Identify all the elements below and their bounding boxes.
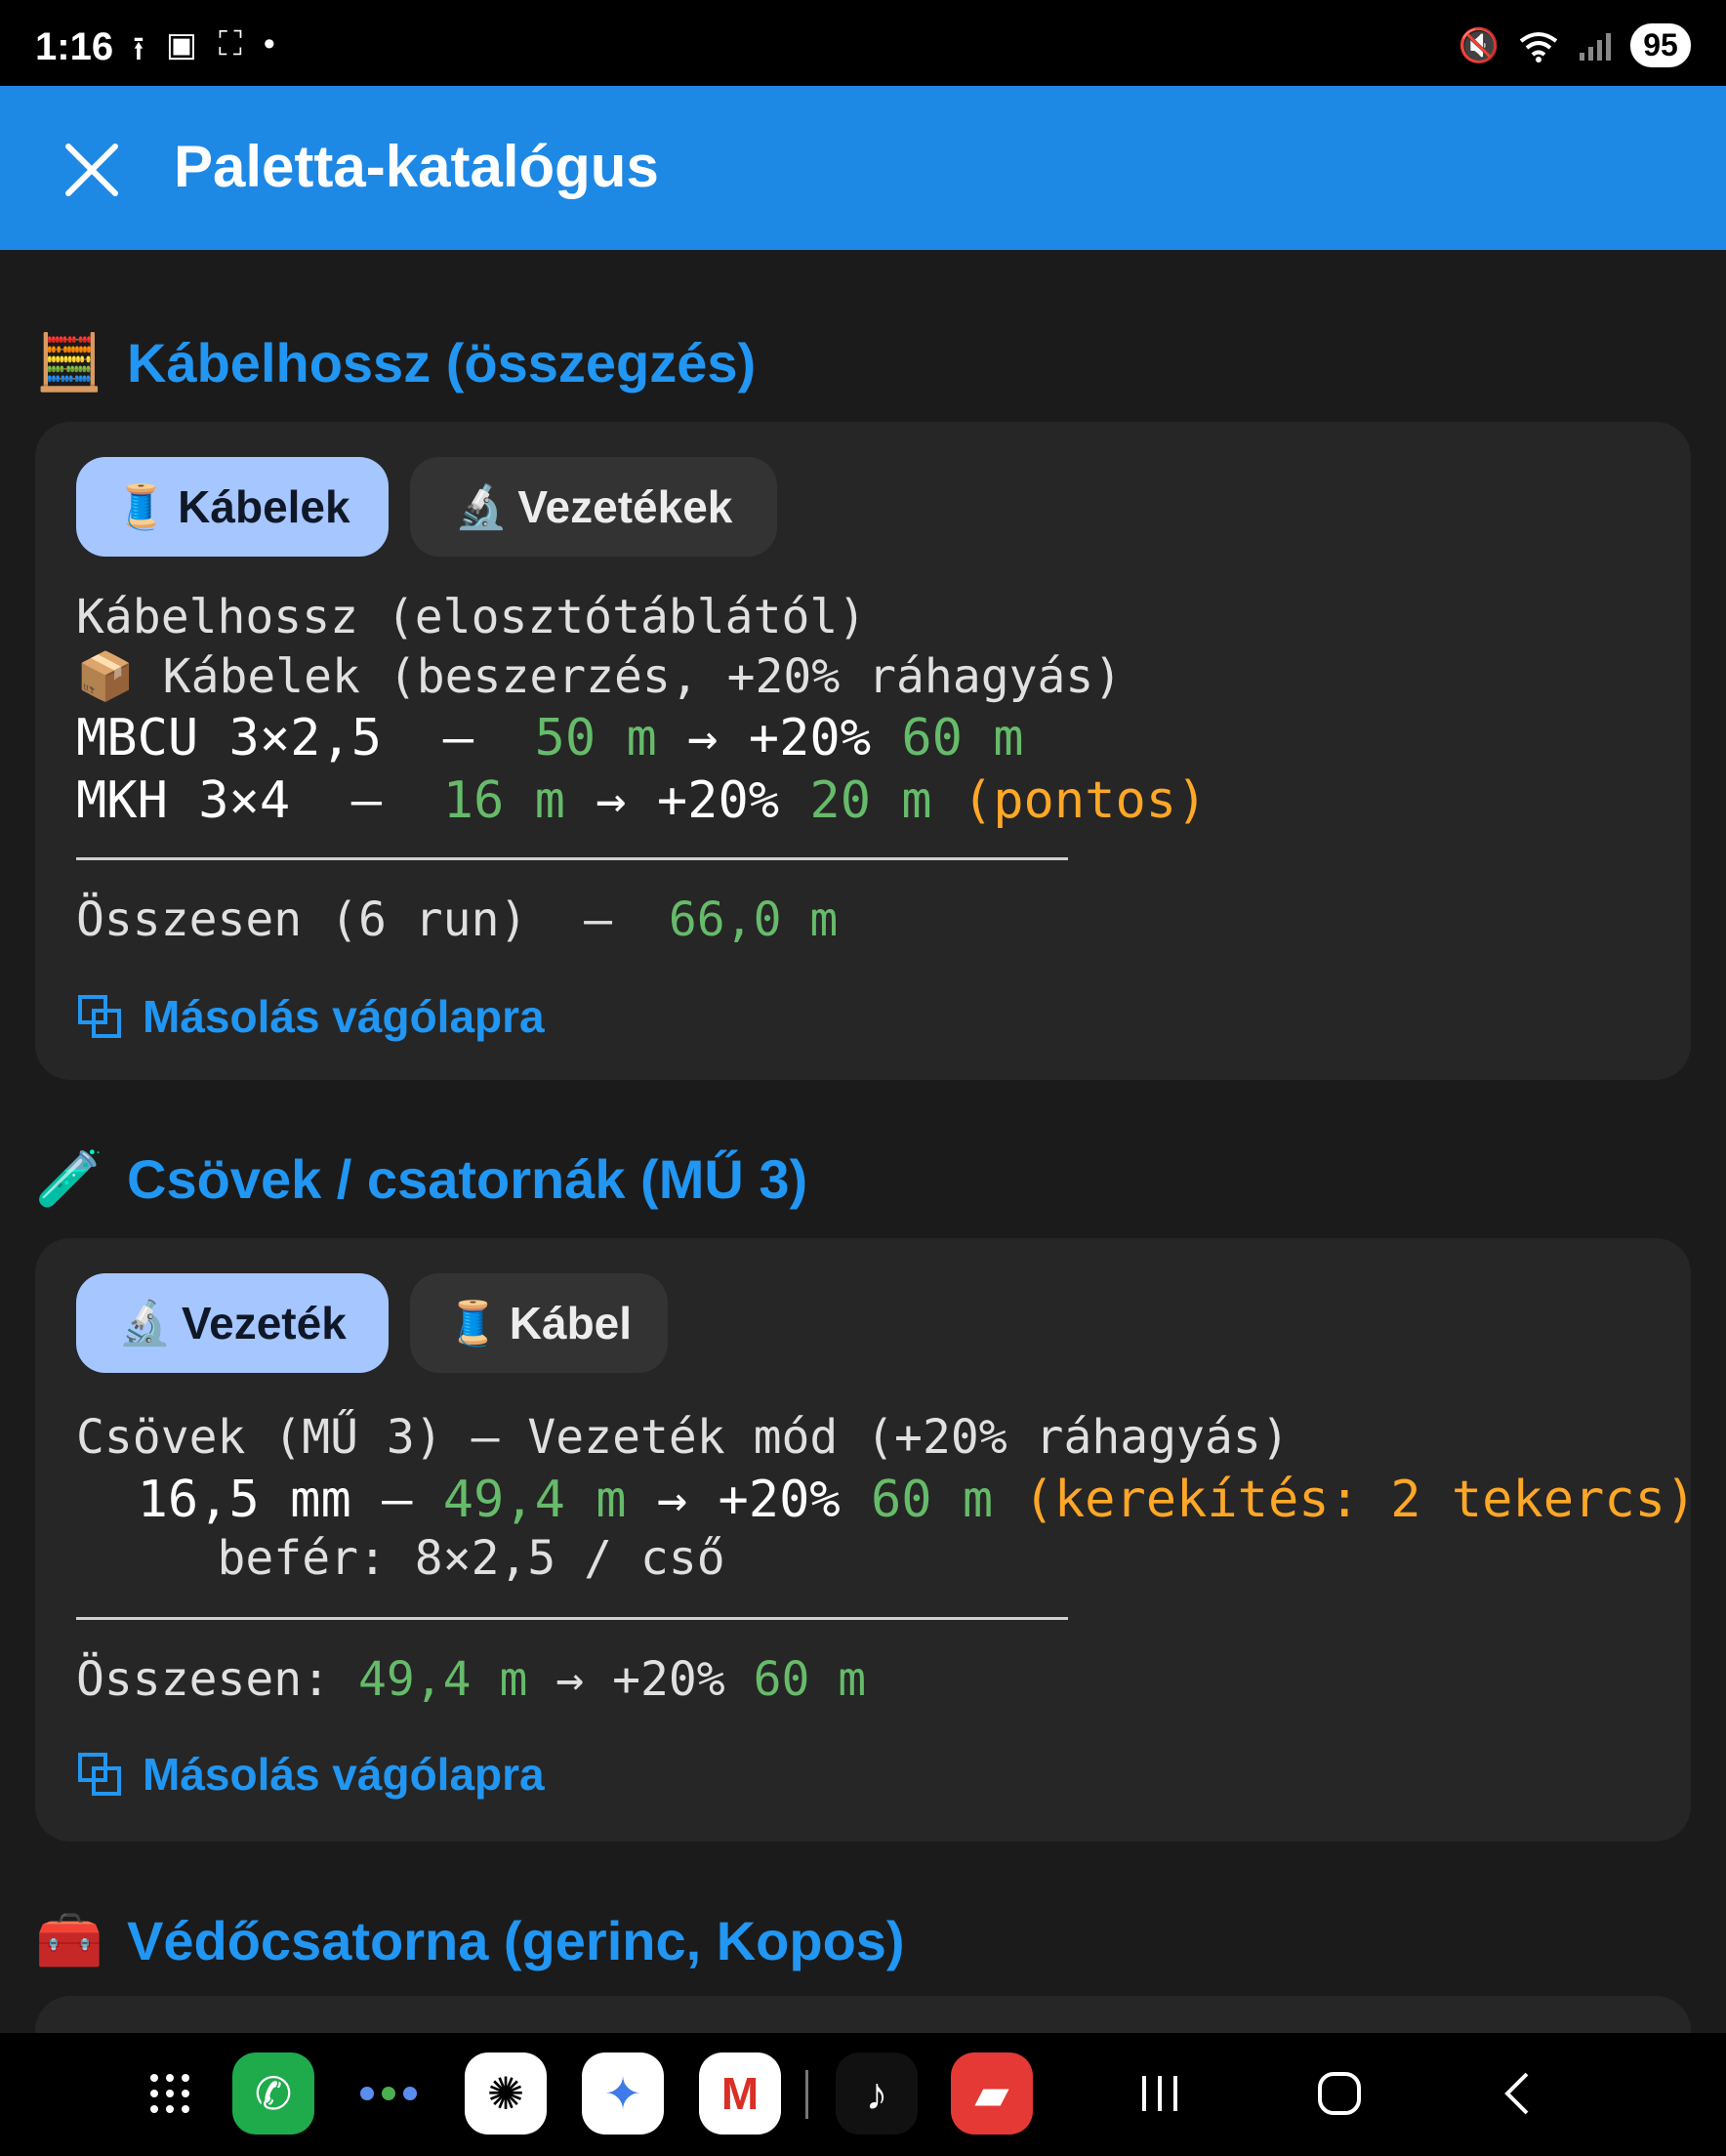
abacus-icon: 🧮 [35, 331, 103, 393]
nfc-icon: ▣ [165, 26, 198, 63]
home-button[interactable] [1298, 2052, 1380, 2135]
conduit-fit-note: befér: 8×2,5 / cső [76, 1531, 725, 1586]
cable-row: MBCU 3×2,5 — 50 m → +20% 60 m [76, 709, 1024, 767]
close-icon[interactable] [57, 135, 127, 205]
section-title: Védőcsatorna (gerinc, Kopos) [127, 1909, 905, 1971]
conduit-total: Összesen: 49,4 m → +20% 60 m [76, 1652, 867, 1707]
divider [76, 1617, 1068, 1620]
summary-total: Összesen (6 run) — 66,0 m [76, 892, 839, 947]
microscope-icon: 🔬 [454, 483, 509, 531]
chip-wires[interactable]: 🔬 Vezetékek [410, 457, 777, 557]
page-title: Paletta-katalógus [174, 134, 659, 199]
summary-heading: Kábelhossz (elosztótáblától) [76, 590, 867, 644]
chatgpt-icon[interactable]: ✺ [465, 2052, 547, 2135]
screenshot-icon: ⛶ [219, 25, 242, 62]
section-title: Kábelhossz (összegzés) [127, 331, 757, 394]
chip-cable[interactable]: 🧵 Kábel [410, 1273, 668, 1373]
chip-cables[interactable]: 🧵 Kábelek [76, 457, 389, 557]
test-tube-icon: 🧪 [35, 1147, 103, 1209]
signal-icon [1580, 32, 1611, 61]
chip-label: Kábel [509, 1298, 633, 1348]
dots-icon[interactable] [348, 2052, 430, 2135]
section-header-cable-length: 🧮 Kábelhossz (összegzés) [35, 330, 756, 394]
battery-badge: 95 [1630, 23, 1691, 67]
chip-label: Kábelek [178, 481, 350, 532]
toolbox-icon: 🧰 [35, 1909, 103, 1970]
chip-label: Vezetékek [517, 481, 733, 532]
copy-label: Másolás vágólapra [143, 991, 545, 1042]
cable-row: MKH 3×4 — 16 m → +20% 20 m (pontos) [76, 771, 1208, 830]
apps-grid-icon[interactable] [129, 2052, 211, 2135]
chip-wire[interactable]: 🔬 Vezeték [76, 1273, 389, 1373]
phone-icon[interactable]: ✆ [232, 2052, 314, 2135]
gmail-icon[interactable]: M [699, 2052, 781, 2135]
copy-to-clipboard-button[interactable]: Másolás vágólapra [76, 990, 545, 1043]
divider [76, 857, 1068, 860]
conduit-row: 16,5 mm — 49,4 m → +20% 60 m (kerekítés:… [76, 1471, 1697, 1529]
microscope-icon: 🔬 [118, 1300, 172, 1348]
thread-icon: 🧵 [445, 1300, 500, 1348]
notes-icon[interactable]: ▰ [951, 2052, 1033, 2135]
conduit-heading: Csövek (MŰ 3) — Vezeték mód (+20% ráhagy… [76, 1410, 1290, 1465]
copy-icon [78, 995, 121, 1038]
section-title: Csövek / csatornák (MŰ 3) [127, 1147, 808, 1210]
section-header-conduits: 🧪 Csövek / csatornák (MŰ 3) [35, 1146, 807, 1211]
chip-label: Vezeték [182, 1298, 347, 1348]
copy-to-clipboard-button[interactable]: Másolás vágólapra [76, 1748, 545, 1801]
back-button[interactable] [1476, 2052, 1558, 2135]
mute-icon: 🔇 [1458, 26, 1500, 64]
wifi-icon [1519, 31, 1558, 62]
copy-icon [78, 1753, 121, 1796]
app-bar: Paletta-katalógus [0, 86, 1726, 250]
package-icon: 📦 [76, 649, 135, 704]
gemini-icon[interactable]: ✦ [582, 2052, 664, 2135]
cable-summary-card: 🧵 Kábelek 🔬 Vezetékek Kábelhossz (eloszt… [35, 422, 1691, 1080]
upload-icon: ⭱ [133, 30, 144, 67]
conduit-summary-card: 🔬 Vezeték 🧵 Kábel Csövek (MŰ 3) — Vezeté… [35, 1238, 1696, 1842]
recents-button[interactable] [1119, 2052, 1201, 2135]
thread-icon: 🧵 [114, 483, 169, 531]
tiktok-icon[interactable]: ♪ [836, 2052, 918, 2135]
status-time: 1:16 [35, 25, 114, 68]
dock-separator [805, 2070, 808, 2119]
dot-icon: • [263, 25, 275, 62]
summary-subheading: 📦 Kábelek (beszerzés, +20% ráhagyás) [76, 649, 1123, 704]
navigation-bar: ✆ ✺ ✦ M ♪ ▰ [0, 2033, 1726, 2156]
copy-label: Másolás vágólapra [143, 1749, 545, 1800]
section-header-protective-duct: 🧰 Védőcsatorna (gerinc, Kopos) [35, 1908, 905, 1972]
status-bar: 1:16 ⭱ ▣ ⛶ • 🔇 95 [0, 0, 1726, 86]
